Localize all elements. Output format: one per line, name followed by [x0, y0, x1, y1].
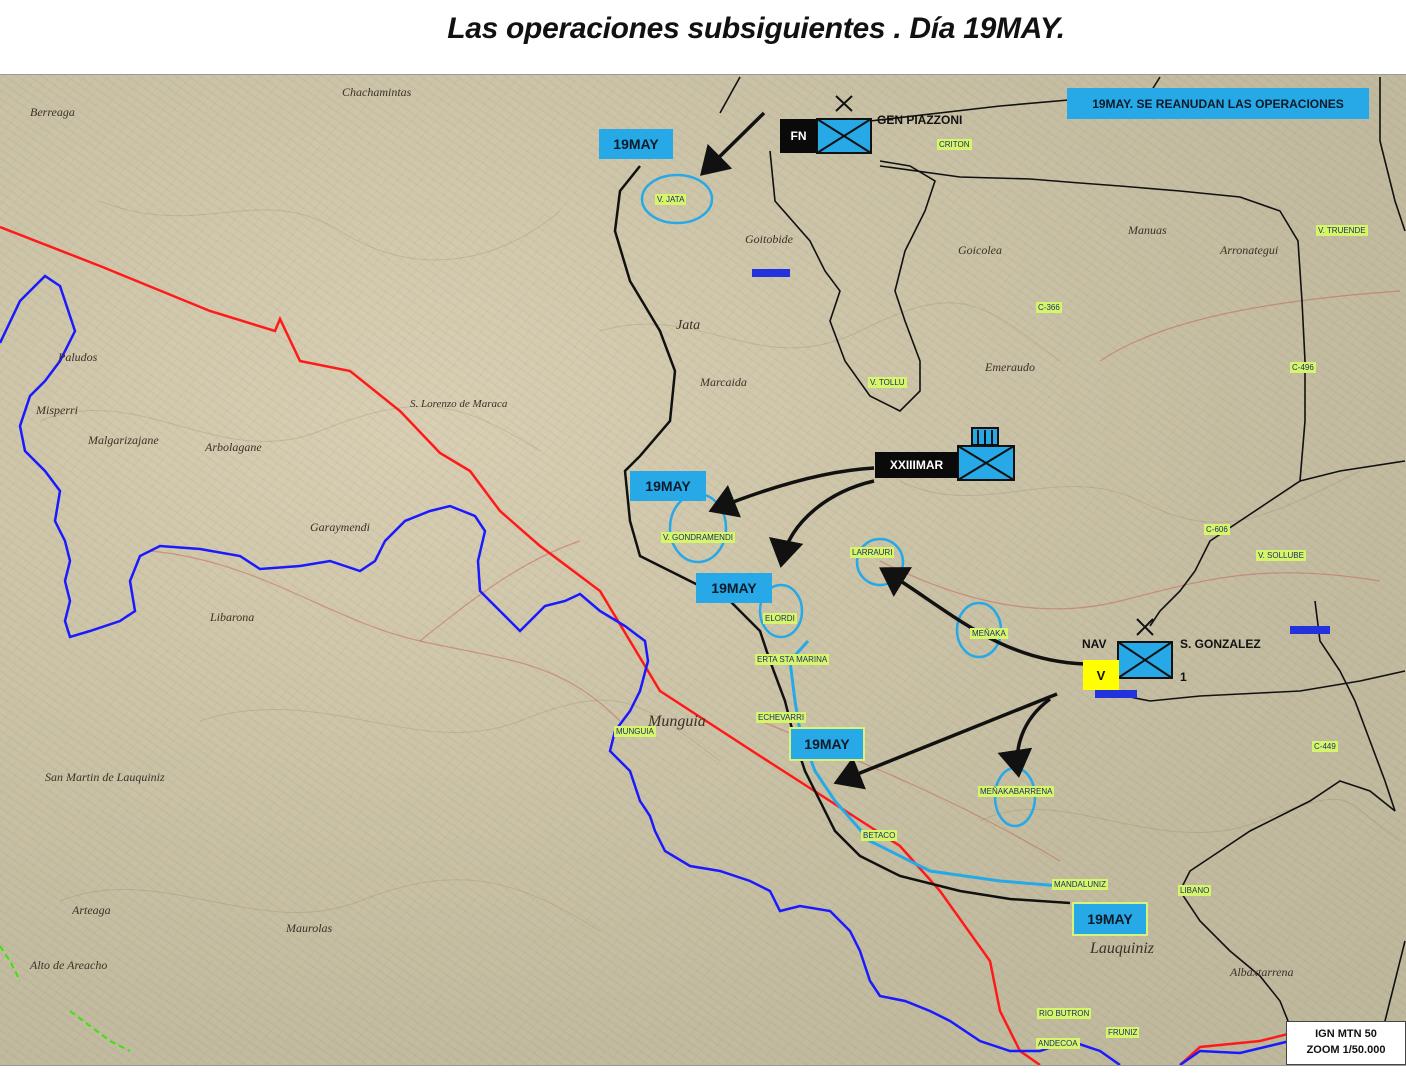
map-scale: IGN MTN 50 ZOOM 1/50.000: [1286, 1021, 1406, 1065]
map-text: Manuas: [1128, 223, 1167, 237]
map-text: Albaxtarrena: [1230, 965, 1294, 979]
arrow-to-larrauri: [879, 567, 1086, 666]
place-label: C-606: [1204, 524, 1230, 535]
sector-boundary-6: [1299, 460, 1406, 482]
unit-marker-bar: [752, 269, 790, 277]
scale-zoom: ZOOM 1/50.000: [1306, 1044, 1386, 1056]
place-label: C-449: [1312, 741, 1338, 752]
map-canvas[interactable]: Chachamintas Berreaga Goitobide Goicolea…: [0, 74, 1406, 1066]
unit-symbol-nav: [1117, 618, 1173, 679]
map-text: San Martin de Lauquiniz: [45, 770, 165, 784]
map-text: S. Lorenzo de Maraca: [410, 398, 508, 410]
unit-marker-bar: [1095, 690, 1137, 698]
map-text: Lauquiniz: [1090, 940, 1155, 957]
unit-number-nav: 1: [1180, 670, 1187, 684]
map-text: Goitobide: [745, 232, 793, 246]
map-text: Emeraudo: [985, 360, 1035, 374]
map-text: Misperri: [36, 403, 78, 417]
map-text: Alto de Areacho: [30, 958, 108, 972]
unit-brigade-nav: V: [1083, 660, 1119, 690]
map-text: Marcaida: [700, 375, 747, 389]
map-overlay: [0, 76, 1406, 1065]
map-text: Jata: [676, 318, 701, 333]
place-label: MANDALUNIZ: [1052, 879, 1109, 890]
place-label: V. TRUENDE: [1316, 225, 1368, 236]
river-blue: [0, 274, 1121, 1065]
place-label: V. TOLLU: [868, 377, 907, 388]
map-text: Malgarizajane: [88, 433, 159, 447]
unit-code-nav: NAV: [1082, 637, 1107, 651]
date-label-munguia: 19MAY: [789, 727, 865, 761]
sector-boundary-9: [1179, 780, 1396, 1027]
place-label: MUNGUIA: [614, 726, 656, 737]
unit-symbol-fn: [816, 95, 872, 154]
date-label-elordi: 19MAY: [696, 573, 772, 603]
sector-boundary-2: [769, 150, 936, 412]
place-label: V. JATA: [655, 194, 687, 205]
map-text: Goicolea: [958, 243, 1002, 257]
map-text: Chachamintas: [342, 85, 412, 99]
map-text: Munguia: [648, 713, 706, 730]
unit-symbol-xxiiimar: [957, 427, 1015, 481]
place-label: ELORDI: [763, 613, 797, 624]
map-text: Arronategui: [1220, 243, 1279, 257]
map-text: Maurolas: [286, 921, 333, 935]
front-line-red: [0, 225, 1041, 1065]
map-text: Paludos: [58, 350, 98, 364]
operations-notice: 19MAY. SE REANUDAN LAS OPERACIONES: [1067, 88, 1369, 119]
objective-circle-gondramendi: [668, 492, 728, 564]
place-label: ANDECOA: [1036, 1038, 1080, 1049]
sector-boundary-3: [879, 165, 1306, 627]
unit-marker-bar: [1290, 626, 1330, 634]
place-label: ECHEVARRI: [756, 712, 807, 723]
front-line-red-east: [1179, 1029, 1301, 1065]
date-label-mandaluniz: 19MAY: [1072, 902, 1148, 936]
map-text: Arteaga: [72, 903, 111, 917]
sector-boundary-5: [1379, 77, 1406, 232]
place-label: LARRAURI: [850, 547, 895, 558]
place-label: BETACO: [861, 830, 898, 841]
unit-code-xxiiimar: XXIIIMAR: [875, 452, 958, 478]
place-label: V. GONDRAMENDI: [661, 532, 735, 543]
unit-code-fn: FN: [780, 119, 817, 153]
place-label: MEÑAKABARRENA: [978, 786, 1055, 797]
advance-line-cyan: [788, 639, 1061, 888]
scale-source: IGN MTN 50: [1315, 1028, 1377, 1040]
objective-circle-menakabarrena: [993, 766, 1037, 828]
place-label: LIBANO: [1178, 885, 1212, 896]
unit-commander-fn: GEN PIAZZONI: [877, 113, 963, 127]
place-label: V. SOLLUBE: [1256, 550, 1306, 561]
place-label: CRITON: [937, 139, 972, 150]
place-label: C-366: [1036, 302, 1062, 313]
map-text: Arbolagane: [205, 440, 262, 454]
sector-boundary-1: [719, 76, 741, 114]
arrow-to-munguia: [833, 692, 1058, 790]
place-label: FRUNIZ: [1106, 1027, 1140, 1038]
date-label-jata: 19MAY: [599, 129, 673, 159]
unit-commander-nav: S. GONZALEZ: [1180, 637, 1261, 651]
place-label: ERTA STA MARINA: [755, 654, 830, 665]
date-label-gondramendi: 19MAY: [630, 471, 706, 501]
map-text: Berreaga: [30, 105, 75, 119]
place-label: C-496: [1290, 362, 1316, 373]
page-title: Las operaciones subsiguientes . Día 19MA…: [447, 12, 1065, 45]
map-text: Garaymendi: [310, 520, 370, 534]
map-text: Libarona: [210, 610, 255, 624]
place-label: MEÑAKA: [970, 628, 1008, 639]
arrow-to-jata: [700, 111, 766, 176]
place-label: RIO BUTRON: [1037, 1008, 1092, 1019]
